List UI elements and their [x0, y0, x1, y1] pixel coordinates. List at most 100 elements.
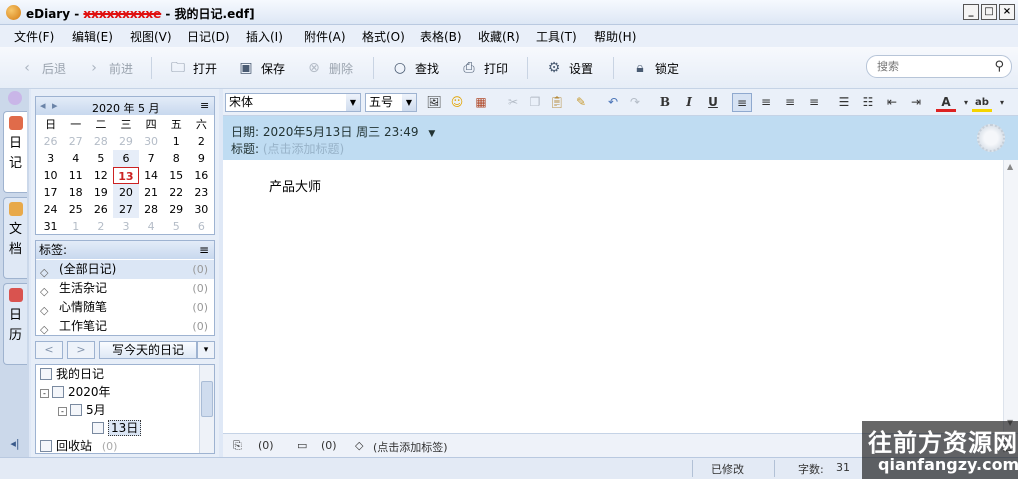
scroll-up-icon[interactable]: ▲ [1007, 162, 1013, 171]
calendar-day[interactable]: 3 [38, 150, 63, 167]
calendar-day-today[interactable]: 13 [113, 167, 139, 184]
copy-icon[interactable]: ❐ [525, 93, 545, 112]
calendar-day[interactable]: 10 [38, 167, 63, 184]
attachment-icon[interactable]: ⎘ [233, 439, 242, 453]
menu-table[interactable]: 表格(B) [420, 28, 462, 45]
tree-day[interactable]: 13日 [92, 419, 142, 437]
calendar-day[interactable]: 2 [189, 133, 214, 150]
write-today-button[interactable]: 写今天的日记 [99, 341, 197, 359]
align-justify-icon[interactable]: ≡ [804, 93, 824, 112]
calendar-day[interactable]: 20 [113, 184, 139, 201]
tab-diary[interactable]: 日 记 [3, 111, 27, 193]
tag-item-work[interactable]: ◇ 工作笔记 (0) [36, 317, 214, 336]
minimize-button[interactable]: _ [963, 4, 979, 20]
tag-item-mood[interactable]: ◇ 心情随笔 (0) [36, 298, 214, 317]
save-button[interactable]: ▣ 保存 [237, 58, 285, 78]
tab-docs[interactable]: 文 档 [3, 197, 27, 279]
close-button[interactable]: × [999, 4, 1015, 20]
collapse-icon[interactable]: - [58, 407, 67, 416]
highlight-icon[interactable]: ab [972, 93, 992, 112]
editor-area[interactable]: 产品大师 [223, 160, 1003, 433]
calendar-day[interactable]: 12 [88, 167, 113, 184]
entry-date-row[interactable]: 日期: 2020年5月13日 周三 23:49 ▼ [231, 123, 435, 140]
delete-button[interactable]: ⊗ 删除 [305, 58, 353, 78]
calendar-day[interactable]: 21 [139, 184, 164, 201]
calendar-day[interactable]: 1 [164, 133, 189, 150]
calendar-day[interactable]: 3 [113, 218, 138, 235]
maximize-button[interactable]: □ [981, 4, 997, 20]
collapse-icon[interactable]: - [40, 389, 49, 398]
calendar-day[interactable]: 16 [189, 167, 214, 184]
font-family-select[interactable]: 宋体 ▼ [225, 93, 361, 112]
tab-calendar[interactable]: 日 历 [3, 283, 27, 365]
calendar-day[interactable]: 5 [164, 218, 189, 235]
calendar-day[interactable]: 18 [63, 184, 88, 201]
calendar-day[interactable]: 23 [189, 184, 214, 201]
tree-year[interactable]: - 2020年 [40, 383, 111, 401]
underline-button[interactable]: U [703, 93, 723, 112]
align-left-icon[interactable]: ≡ [732, 93, 752, 112]
calendar-day[interactable]: 26 [88, 201, 113, 218]
calendar-day[interactable]: 22 [164, 184, 189, 201]
calendar-day[interactable]: 9 [189, 150, 214, 167]
calendar-day[interactable]: 11 [63, 167, 88, 184]
tree-month[interactable]: - 5月 [58, 401, 106, 419]
insert-image-icon[interactable]: 🖼︎ [424, 93, 444, 112]
title-field[interactable]: (点击添加标题) [263, 142, 344, 156]
calendar-day[interactable]: 15 [164, 167, 189, 184]
open-button[interactable]: 🗀 打开 [169, 58, 217, 78]
find-button[interactable]: ○ 查找 [391, 58, 439, 78]
back-button[interactable]: ‹ 后退 [18, 58, 66, 78]
menu-file[interactable]: 文件(F) [14, 28, 54, 45]
menu-format[interactable]: 格式(O) [362, 28, 405, 45]
calendar-day[interactable]: 28 [88, 133, 113, 150]
calendar-day[interactable]: 14 [139, 167, 164, 184]
insert-table-icon[interactable]: ▦ [471, 93, 491, 112]
calendar-day[interactable]: 30 [139, 133, 164, 150]
menu-favorites[interactable]: 收藏(R) [478, 28, 520, 45]
calendar-day[interactable]: 30 [189, 201, 214, 218]
print-button[interactable]: ⎙ 打印 [460, 58, 508, 78]
italic-button[interactable]: I [679, 93, 699, 112]
paste-icon[interactable]: 📋︎ [547, 93, 567, 112]
numbered-list-icon[interactable]: ☷ [858, 93, 878, 112]
calendar-day[interactable]: 24 [38, 201, 63, 218]
font-size-select[interactable]: 五号 ▼ [365, 93, 417, 112]
menu-edit[interactable]: 编辑(E) [72, 28, 113, 45]
prev-entry-button[interactable]: < [35, 341, 63, 359]
settings-button[interactable]: ⚙ 设置 [545, 58, 593, 78]
tree-root[interactable]: 我的日记 [40, 365, 104, 383]
calendar-day[interactable]: 25 [63, 201, 88, 218]
menu-help[interactable]: 帮助(H) [594, 28, 636, 45]
redo-icon[interactable]: ↷ [625, 93, 645, 112]
indent-icon[interactable]: ⇥ [906, 93, 926, 112]
comment-icon[interactable]: ▭ [297, 439, 307, 452]
calendar-next-month[interactable]: ▸ [52, 99, 58, 112]
undo-icon[interactable]: ↶ [603, 93, 623, 112]
calendar-day[interactable]: 6 [113, 150, 139, 167]
collapse-panel-icon[interactable]: ◂| [0, 437, 30, 457]
tags-menu-icon[interactable]: ≡ [199, 241, 209, 259]
menu-attach[interactable]: 附件(A) [304, 28, 346, 45]
calendar-day[interactable]: 26 [38, 133, 63, 150]
align-center-icon[interactable]: ≡ [756, 93, 776, 112]
calendar-day[interactable]: 19 [88, 184, 113, 201]
chevron-down-icon[interactable]: ▼ [428, 129, 435, 139]
emoticon-icon[interactable]: ☺ [447, 93, 467, 112]
cut-icon[interactable]: ✂ [503, 93, 523, 112]
calendar-day[interactable]: 28 [139, 201, 164, 218]
write-today-dropdown[interactable]: ▾ [197, 341, 215, 359]
menu-insert[interactable]: 插入(I) [246, 28, 283, 45]
menu-diary[interactable]: 日记(D) [187, 28, 230, 45]
calendar-day[interactable]: 1 [63, 218, 88, 235]
calendar-day[interactable]: 27 [113, 201, 139, 218]
calendar-day[interactable]: 6 [189, 218, 214, 235]
calendar-day[interactable]: 29 [164, 201, 189, 218]
calendar-day[interactable]: 4 [63, 150, 88, 167]
menu-tools[interactable]: 工具(T) [536, 28, 577, 45]
calendar-day[interactable]: 31 [38, 218, 63, 235]
next-entry-button[interactable]: > [67, 341, 95, 359]
calendar-prev-month[interactable]: ◂ [40, 99, 46, 112]
calendar-day[interactable]: 17 [38, 184, 63, 201]
bold-button[interactable]: B [655, 93, 675, 112]
